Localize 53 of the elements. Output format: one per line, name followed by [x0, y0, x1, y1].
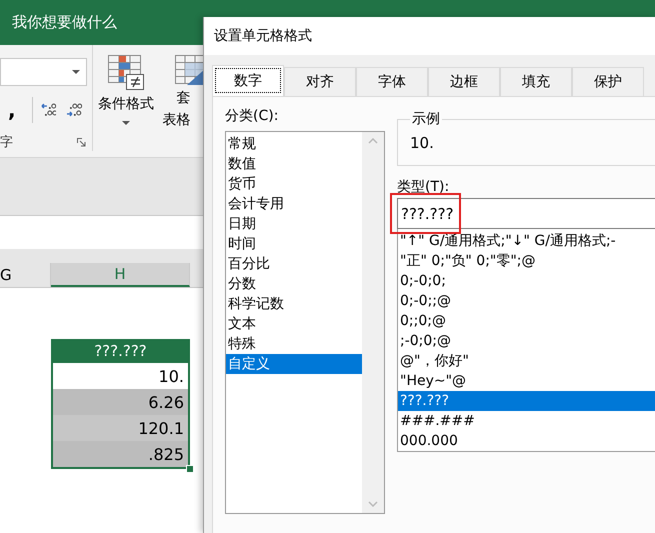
category-item[interactable]: 特殊	[226, 334, 362, 354]
category-item[interactable]: 会计专用	[226, 194, 362, 214]
conditional-format-icon	[108, 55, 144, 91]
category-label: 分类(C):	[225, 107, 280, 126]
table-cell[interactable]: .825	[53, 441, 188, 467]
table-grid-icon	[174, 55, 203, 85]
format-item[interactable]: 0;-0;;@	[398, 291, 655, 311]
category-item[interactable]: 常规	[226, 134, 362, 154]
category-item[interactable]: 百分比	[226, 254, 362, 274]
group-label: 字	[0, 134, 13, 151]
caret-icon	[122, 121, 130, 125]
table-cell[interactable]: 120.1	[53, 415, 188, 441]
tab[interactable]: 数字	[212, 65, 284, 96]
category-item[interactable]: 时间	[226, 234, 362, 254]
type-input-field[interactable]: ???.???	[397, 198, 655, 229]
category-item[interactable]: 分数	[226, 274, 362, 294]
category-item[interactable]: 货币	[226, 174, 362, 194]
table-cell[interactable]: 6.26	[53, 389, 188, 415]
category-item[interactable]: 数值	[226, 154, 362, 174]
increase-decimal-icon[interactable]	[40, 103, 56, 117]
format-item[interactable]: 0;;0;@	[398, 311, 655, 331]
tab[interactable]: 对齐	[284, 67, 356, 96]
table-header-cell: ???.???	[51, 339, 190, 363]
dialog-launcher-icon[interactable]	[77, 138, 86, 146]
category-item[interactable]: 自定义	[226, 354, 362, 374]
decrease-decimal-icon[interactable]	[66, 103, 82, 117]
format-item[interactable]: 0;-0;0;	[398, 271, 655, 291]
category-item[interactable]: 日期	[226, 214, 362, 234]
format-item[interactable]: @"，你好"	[398, 351, 655, 371]
tab[interactable]: 保护	[572, 67, 644, 96]
tab[interactable]: 字体	[356, 67, 428, 96]
caret-icon	[72, 70, 80, 74]
table-format-button[interactable]: 套 表格	[158, 45, 203, 157]
format-item[interactable]: ###.###	[398, 411, 655, 431]
format-item[interactable]: ???.???	[398, 391, 655, 411]
dialog-title: 设置单元格格式	[204, 17, 655, 55]
fill-handle[interactable]	[186, 465, 194, 473]
type-label: 类型(T):	[397, 178, 450, 197]
comma-style-button[interactable]: ,	[8, 98, 28, 122]
column-header[interactable]: H	[51, 263, 190, 287]
category-item[interactable]: 科学记数	[226, 294, 362, 314]
sample-legend: 示例	[410, 110, 442, 128]
format-item[interactable]: "Hey~"@	[398, 371, 655, 391]
tell-me-text[interactable]: 我你想要做什么	[0, 0, 203, 45]
format-item[interactable]: ;-0;0;@	[398, 331, 655, 351]
tab[interactable]: 填充	[500, 67, 572, 96]
format-item[interactable]: 000.000	[398, 431, 655, 451]
sample-value: 10.	[410, 133, 435, 152]
category-item[interactable]: 文本	[226, 314, 362, 334]
format-item[interactable]: "正" 0;"负" 0;"零";@	[398, 251, 655, 271]
category-list[interactable]: 常规 数值 货币 会计专用 日期 时间 百分比 分数 科学记数 文本 特殊 自定义	[225, 131, 385, 514]
conditional-format-button[interactable]: 条件格式	[93, 45, 159, 157]
tab[interactable]: 边框	[428, 67, 500, 96]
